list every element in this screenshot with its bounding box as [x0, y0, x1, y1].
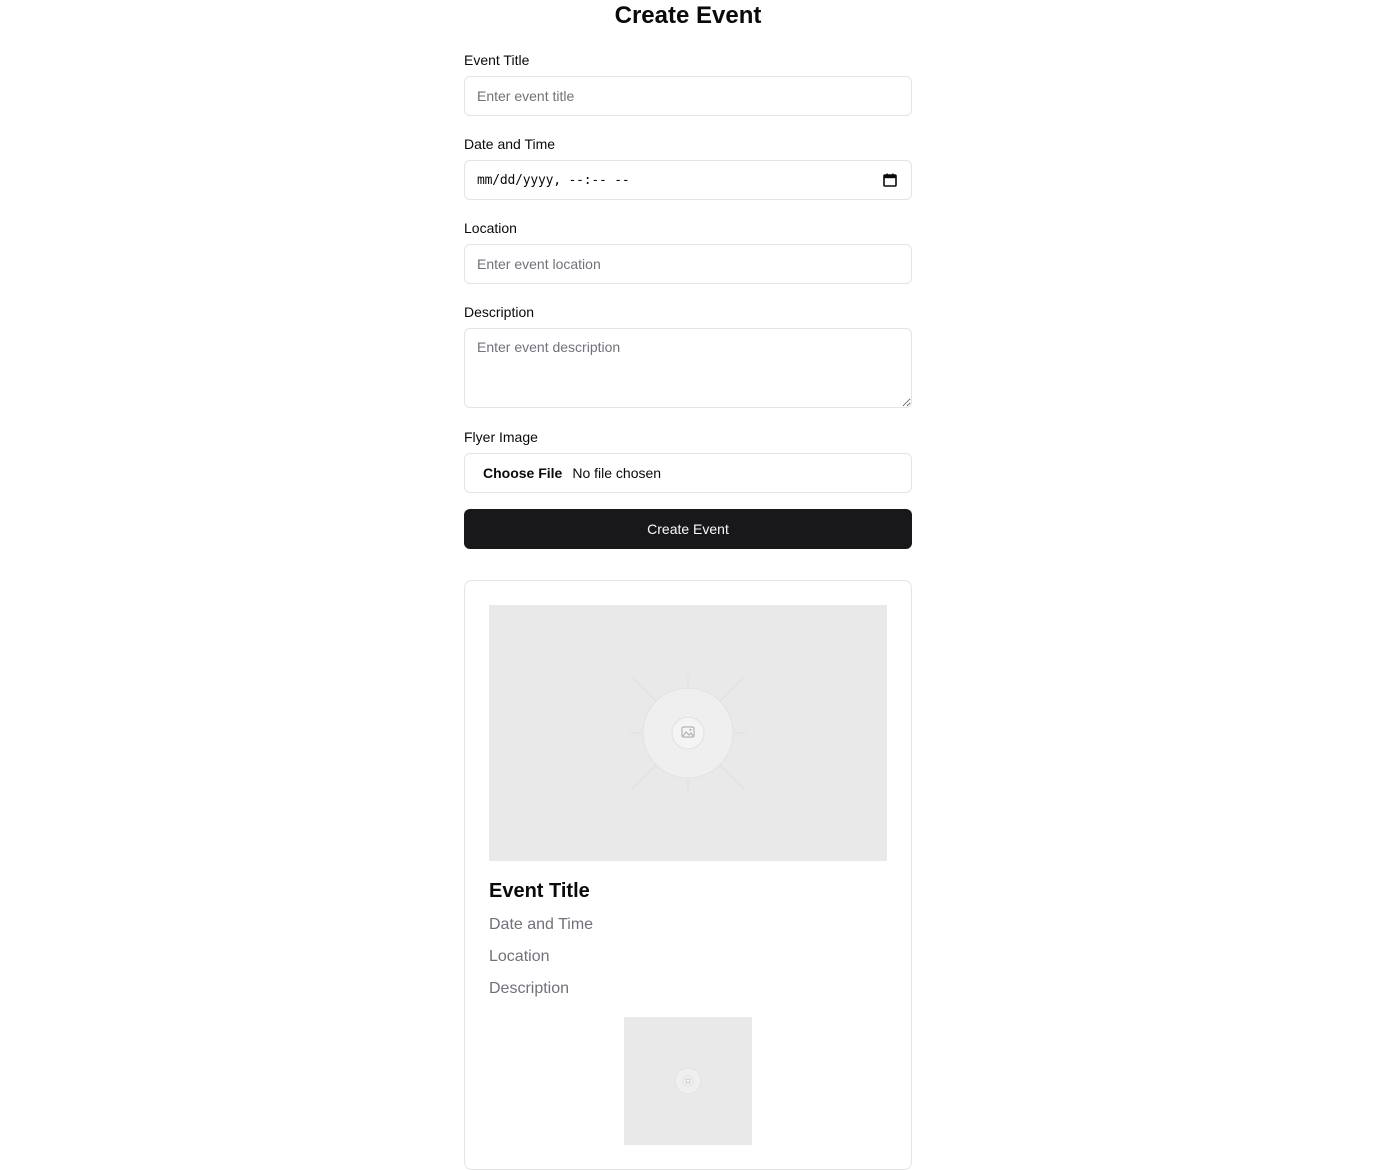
choose-file-button[interactable]: Choose File [483, 465, 562, 481]
event-title-input[interactable] [464, 76, 912, 116]
event-title-field: Event Title [464, 52, 912, 116]
flyer-preview-image [489, 605, 887, 861]
page-title: Create Event [614, 2, 762, 29]
calendar-icon[interactable] [883, 173, 897, 187]
flyer-file-input[interactable]: Choose File No file chosen [464, 453, 912, 493]
create-event-form: Create Event Event Title Date and Time m… [464, 0, 912, 549]
preview-datetime: Date and Time [489, 916, 594, 933]
event-preview-card: Event Title Date and Time Location Descr… [464, 580, 912, 1170]
location-label: Location [464, 220, 517, 236]
description-textarea[interactable] [464, 328, 912, 408]
datetime-input[interactable]: mm/dd/yyyy, --:-- -- [464, 160, 912, 200]
flyer-label: Flyer Image [464, 429, 538, 445]
location-input[interactable] [464, 244, 912, 284]
event-title-label: Event Title [464, 52, 530, 68]
preview-title: Event Title [489, 880, 590, 902]
description-label: Description [464, 304, 535, 320]
datetime-label: Date and Time [464, 136, 556, 152]
flyer-field: Flyer Image Choose File No file chosen [464, 429, 912, 493]
page: Create Event Event Title Date and Time m… [0, 0, 1376, 1170]
create-event-button[interactable]: Create Event [464, 509, 912, 549]
location-field: Location [464, 220, 912, 284]
preview-location: Location [489, 948, 550, 965]
datetime-value: mm/dd/yyyy, --:-- -- [477, 172, 630, 188]
image-placeholder-icon [630, 675, 746, 791]
thumbnail-placeholder-icon [674, 1067, 702, 1095]
file-status: No file chosen [572, 465, 662, 481]
flyer-thumbnail [624, 1017, 752, 1145]
preview-description: Description [489, 980, 570, 997]
description-field: Description [464, 304, 912, 413]
datetime-field: Date and Time mm/dd/yyyy, --:-- -- [464, 136, 912, 200]
